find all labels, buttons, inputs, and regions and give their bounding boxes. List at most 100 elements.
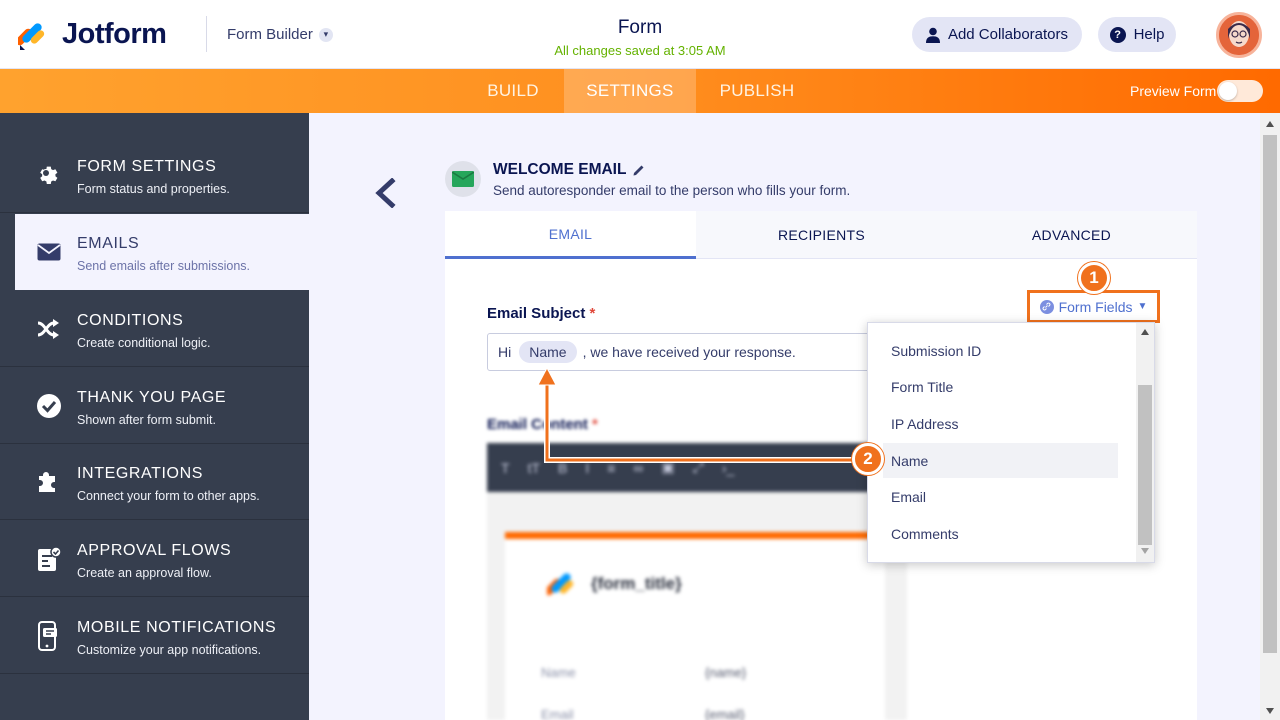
expand-icon[interactable]: ⤢ — [693, 459, 704, 476]
callout-badge-2: 2 — [852, 443, 884, 475]
scroll-down-icon[interactable] — [1141, 548, 1149, 554]
tab-settings[interactable]: SETTINGS — [564, 69, 696, 113]
sidebar-item-title: MOBILE NOTIFICATIONS — [77, 619, 277, 636]
link-icon[interactable]: ∞ — [633, 460, 643, 476]
check-circle-icon — [36, 393, 62, 419]
builder-nav: BUILD SETTINGS PUBLISH Preview Form — [0, 69, 1280, 113]
template-form-title: {form_title} — [591, 574, 682, 593]
shuffle-icon — [36, 316, 62, 342]
form-fields-button[interactable]: Form Fields ▼ — [1027, 290, 1160, 323]
welcome-email-subtitle: Send autoresponder email to the person w… — [493, 183, 851, 198]
link-icon — [1039, 299, 1054, 314]
sidebar-item-subtitle: Create conditional logic. — [77, 336, 211, 350]
question-icon: ? — [1109, 26, 1126, 43]
mobile-icon — [36, 620, 62, 651]
top-bar: Jotform Form Builder ▾ Form All changes … — [0, 0, 1280, 69]
jotform-logo-icon — [547, 573, 574, 596]
email-content-editor[interactable]: T tT B I ≡ ∞ ▣ ⤢ ›_ {form_title} Name {n… — [487, 443, 907, 720]
sidebar-item-title: EMAILS — [77, 235, 140, 252]
align-icon[interactable]: ≡ — [607, 460, 615, 476]
required-mark: * — [589, 305, 596, 322]
editor-toolbar: T tT B I ≡ ∞ ▣ ⤢ ›_ — [487, 443, 907, 492]
email-subject-input[interactable]: Hi Name , we have received your response… — [487, 333, 907, 371]
email-template-preview: {form_title} Name {name} Email {email} — [505, 532, 885, 720]
dropdown-option-name[interactable]: Name — [883, 443, 1118, 478]
sidebar-item-integrations[interactable]: INTEGRATIONS Connect your form to other … — [0, 444, 309, 520]
scroll-down-icon[interactable] — [1266, 708, 1274, 714]
bold-icon[interactable]: B — [558, 460, 567, 476]
template-row-label: Email — [541, 707, 574, 720]
chevron-down-icon: ▼ — [1137, 301, 1148, 312]
sidebar-item-subtitle: Send emails after submissions. — [77, 259, 250, 273]
page-scrollbar[interactable] — [1260, 113, 1280, 720]
gear-icon — [36, 162, 62, 188]
preview-form-label: Preview Form — [1130, 83, 1217, 99]
subject-prefix: Hi — [498, 344, 512, 360]
template-row-value: {email} — [705, 707, 745, 720]
avatar-face-icon — [1219, 15, 1259, 55]
envelope-icon — [36, 239, 62, 265]
sidebar-item-subtitle: Form status and properties. — [77, 182, 230, 196]
welcome-email-icon — [445, 161, 481, 197]
sidebar-item-approval-flows[interactable]: APPROVAL FLOWS Create an approval flow. — [0, 521, 309, 597]
add-collaborators-button[interactable]: Add Collaborators — [912, 17, 1082, 52]
image-icon[interactable]: ▣ — [661, 459, 674, 476]
form-title[interactable]: Form — [0, 17, 1280, 39]
sidebar-item-subtitle: Connect your form to other apps. — [77, 489, 260, 503]
dropdown-option-submission-id[interactable]: Submission ID — [883, 333, 1118, 368]
saved-status: All changes saved at 3:05 AM — [554, 43, 726, 58]
template-row-value: {name} — [705, 665, 747, 680]
form-fields-dropdown: Submission ID Form Title IP Address Name… — [867, 322, 1155, 563]
welcome-email-title[interactable]: WELCOME EMAIL — [493, 161, 646, 179]
avatar[interactable] — [1216, 12, 1262, 58]
dropdown-scrollbar[interactable] — [1136, 323, 1154, 562]
tab-publish[interactable]: PUBLISH — [697, 69, 817, 113]
sidebar-item-subtitle: Customize your app notifications. — [77, 643, 262, 657]
callout-badge-1: 1 — [1078, 262, 1110, 294]
text-size-icon[interactable]: tT — [528, 460, 540, 476]
form-fields-label: Form Fields — [1058, 298, 1133, 315]
dropdown-scroll-thumb[interactable] — [1138, 385, 1152, 545]
sidebar-item-title: APPROVAL FLOWS — [77, 542, 232, 559]
help-label: Help — [1133, 26, 1165, 43]
sidebar-item-form-settings[interactable]: FORM SETTINGS Form status and properties… — [0, 137, 309, 213]
tab-advanced[interactable]: ADVANCED — [946, 211, 1197, 259]
required-mark: * — [592, 416, 598, 433]
sidebar-item-title: INTEGRATIONS — [77, 465, 204, 482]
puzzle-icon — [36, 469, 62, 495]
sidebar-item-thank-you-page[interactable]: THANK YOU PAGE Shown after form submit. — [0, 368, 309, 444]
approval-icon — [36, 545, 62, 572]
add-collaborators-label: Add Collaborators — [947, 26, 1069, 43]
toggle-knob — [1219, 82, 1237, 100]
preview-form-toggle[interactable] — [1217, 80, 1263, 102]
tab-build[interactable]: BUILD — [463, 69, 563, 113]
sidebar-item-title: THANK YOU PAGE — [77, 389, 227, 406]
back-arrow-icon[interactable] — [372, 178, 398, 208]
font-size-icon[interactable]: T — [501, 460, 510, 476]
sidebar-item-subtitle: Shown after form submit. — [77, 413, 216, 427]
template-row-label: Name — [541, 665, 576, 680]
name-field-tag[interactable]: Name — [519, 341, 577, 363]
pencil-icon[interactable] — [632, 163, 646, 177]
page-scroll-thumb[interactable] — [1263, 135, 1277, 653]
help-button[interactable]: ? Help — [1098, 17, 1176, 52]
email-content-label: Email Content * — [487, 416, 598, 433]
subject-suffix: , we have received your response. — [582, 344, 796, 360]
user-icon — [925, 27, 940, 43]
email-subject-label-text: Email Subject — [487, 305, 586, 322]
tab-recipients[interactable]: RECIPIENTS — [696, 211, 947, 259]
dropdown-option-comments[interactable]: Comments — [883, 516, 1118, 551]
dropdown-option-email[interactable]: Email — [883, 479, 1118, 514]
sidebar-item-conditions[interactable]: CONDITIONS Create conditional logic. — [0, 291, 309, 367]
italic-icon[interactable]: I — [585, 460, 589, 476]
dropdown-option-ip-address[interactable]: IP Address — [883, 406, 1118, 441]
sidebar-item-emails[interactable]: EMAILS Send emails after submissions. — [15, 214, 309, 290]
dropdown-option-form-title[interactable]: Form Title — [883, 369, 1118, 404]
editor-body[interactable]: {form_title} Name {name} Email {email} — [487, 492, 907, 720]
code-icon[interactable]: ›_ — [722, 460, 734, 476]
tab-email[interactable]: EMAIL — [445, 211, 696, 259]
email-tabs: EMAIL RECIPIENTS ADVANCED — [445, 211, 1197, 259]
scroll-up-icon[interactable] — [1266, 121, 1274, 127]
scroll-up-icon[interactable] — [1141, 329, 1149, 335]
sidebar-item-mobile-notifications[interactable]: MOBILE NOTIFICATIONS Customize your app … — [0, 598, 309, 674]
